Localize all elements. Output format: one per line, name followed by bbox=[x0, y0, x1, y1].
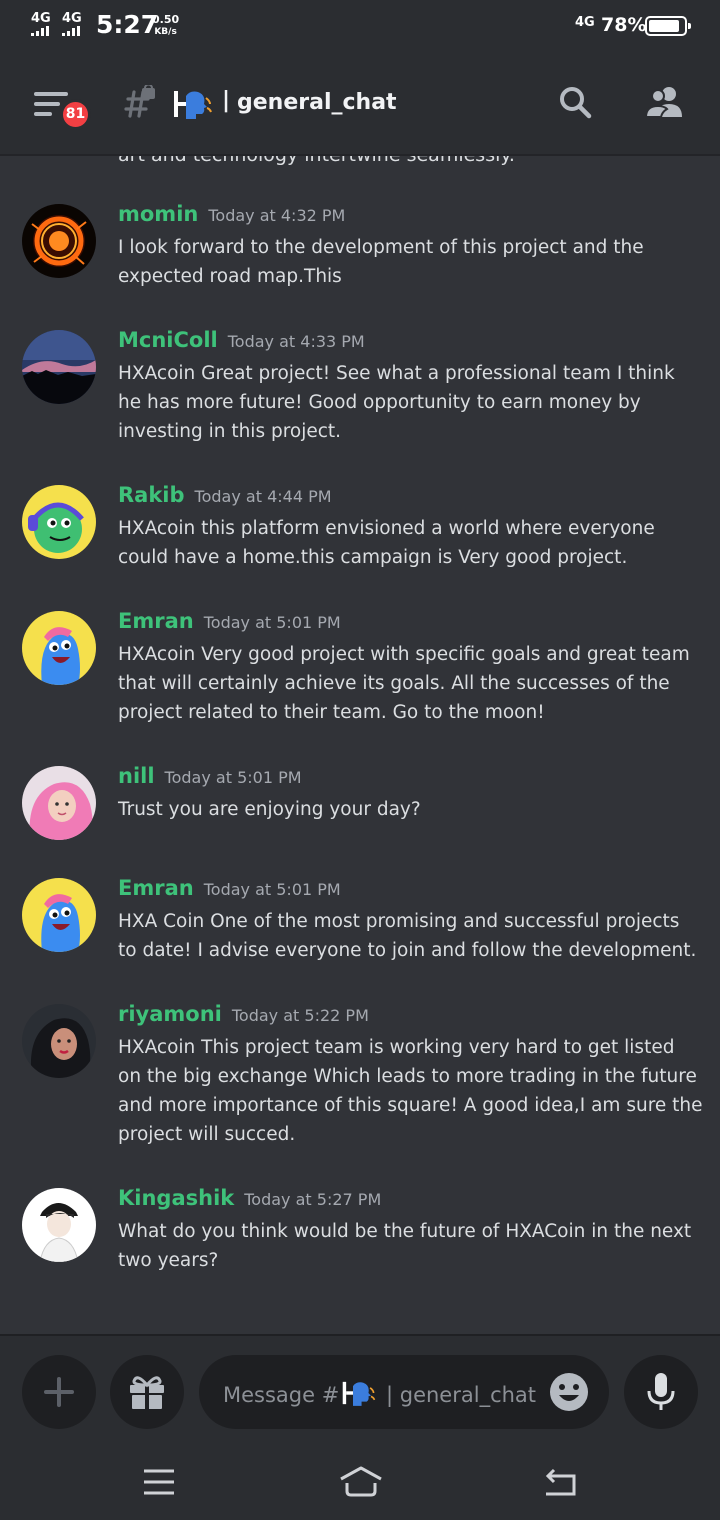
back-icon[interactable] bbox=[540, 1466, 580, 1498]
avatar[interactable] bbox=[22, 204, 96, 278]
avatar[interactable] bbox=[22, 611, 96, 685]
message-text: HXAcoin Very good project with specific … bbox=[118, 644, 690, 723]
add-attachment-button[interactable] bbox=[22, 1355, 96, 1429]
author-name[interactable]: Emran bbox=[118, 876, 194, 900]
message-timestamp: Today at 4:32 PM bbox=[208, 206, 346, 225]
network-type-1: 4G bbox=[31, 11, 51, 26]
message-author: Emran Today at 5:01 PM bbox=[118, 876, 341, 900]
message-text: HXA Coin One of the most promising and s… bbox=[118, 911, 697, 961]
message-author: nill Today at 5:01 PM bbox=[118, 764, 302, 788]
message-text: I look forward to the development of thi… bbox=[118, 237, 644, 287]
message-text: HXAcoin Great project! See what a profes… bbox=[118, 363, 675, 442]
network-type-2: 4G bbox=[62, 11, 82, 26]
message-author: momin Today at 4:32 PM bbox=[118, 202, 345, 226]
emoji-icon[interactable] bbox=[549, 1372, 589, 1412]
signal-1-icon bbox=[31, 26, 51, 36]
message-text: What do you think would be the future of… bbox=[118, 1221, 692, 1271]
message-list[interactable]: art and technology intertwine seamlessly… bbox=[0, 156, 720, 1334]
recent-apps-icon[interactable] bbox=[140, 1466, 180, 1498]
message-input[interactable]: Message # | general_chat bbox=[199, 1355, 609, 1429]
avatar[interactable] bbox=[22, 485, 96, 559]
members-icon[interactable] bbox=[644, 85, 686, 119]
message-input-placeholder: Message # | general_chat bbox=[223, 1379, 536, 1407]
message-timestamp: Today at 5:01 PM bbox=[164, 768, 302, 787]
author-name[interactable]: Rakib bbox=[118, 483, 185, 507]
speed-unit: KB/s bbox=[154, 27, 177, 37]
avatar[interactable] bbox=[22, 1004, 96, 1078]
placeholder-channel: general_chat bbox=[399, 1383, 537, 1407]
microphone-icon bbox=[647, 1373, 675, 1410]
author-name[interactable]: Kingashik bbox=[118, 1186, 234, 1210]
message-timestamp: Today at 4:33 PM bbox=[227, 332, 365, 351]
message-author: Emran Today at 5:01 PM bbox=[118, 609, 341, 633]
search-icon[interactable] bbox=[558, 85, 592, 119]
message-author: Kingashik Today at 5:27 PM bbox=[118, 1186, 381, 1210]
speed-value: 0.50 bbox=[152, 13, 180, 26]
home-icon[interactable] bbox=[338, 1466, 384, 1498]
author-name[interactable]: nill bbox=[118, 764, 155, 788]
avatar[interactable] bbox=[22, 330, 96, 404]
message-timestamp: Today at 5:22 PM bbox=[231, 1006, 369, 1025]
message-text: HXAcoin This project team is working ver… bbox=[118, 1037, 703, 1145]
message-text: Trust you are enjoying your day? bbox=[118, 799, 421, 820]
signal-2-icon bbox=[62, 26, 82, 36]
author-name[interactable]: Emran bbox=[118, 609, 194, 633]
voice-message-button[interactable] bbox=[624, 1355, 698, 1429]
speaking-head-icon bbox=[343, 1381, 376, 1406]
avatar[interactable] bbox=[22, 1188, 96, 1262]
system-nav-bar bbox=[0, 1444, 720, 1520]
message-timestamp: Today at 5:01 PM bbox=[203, 880, 341, 899]
message-timestamp: Today at 4:44 PM bbox=[194, 487, 332, 506]
message-timestamp: Today at 5:27 PM bbox=[244, 1190, 382, 1209]
author-name[interactable]: McniColl bbox=[118, 328, 218, 352]
message-author: McniColl Today at 4:33 PM bbox=[118, 328, 365, 352]
network-speed: 0.50 KB/s bbox=[152, 14, 179, 38]
truncated-message-text: art and technology intertwine seamlessly… bbox=[118, 156, 515, 166]
battery-icon bbox=[645, 16, 691, 36]
status-bar: 4G 4G 5:27 0.50 KB/s 4G 78% bbox=[0, 0, 720, 52]
message-text: HXAcoin this platform envisioned a world… bbox=[118, 518, 655, 568]
avatar[interactable] bbox=[22, 766, 96, 840]
message-composer: Message # | general_chat bbox=[0, 1334, 720, 1444]
channel-header: 81 | general_chat bbox=[0, 52, 720, 156]
message-author: riyamoni Today at 5:22 PM bbox=[118, 1002, 369, 1026]
author-name[interactable]: riyamoni bbox=[118, 1002, 222, 1026]
locked-channel-hash-icon bbox=[124, 85, 155, 118]
plus-icon bbox=[44, 1377, 74, 1407]
placeholder-prefix: Message # bbox=[223, 1383, 340, 1407]
clock: 5:27 bbox=[96, 10, 159, 39]
speaking-head-icon bbox=[174, 91, 212, 119]
message-timestamp: Today at 5:01 PM bbox=[203, 613, 341, 632]
author-name[interactable]: momin bbox=[118, 202, 198, 226]
gift-icon bbox=[130, 1376, 164, 1409]
notification-badge: 81 bbox=[60, 99, 91, 130]
message-author: Rakib Today at 4:44 PM bbox=[118, 483, 332, 507]
gift-button[interactable] bbox=[110, 1355, 184, 1429]
network-type-3: 4G bbox=[575, 15, 595, 30]
avatar[interactable] bbox=[22, 878, 96, 952]
channel-name: general_chat bbox=[237, 90, 397, 115]
battery-percent: 78% bbox=[601, 14, 647, 36]
